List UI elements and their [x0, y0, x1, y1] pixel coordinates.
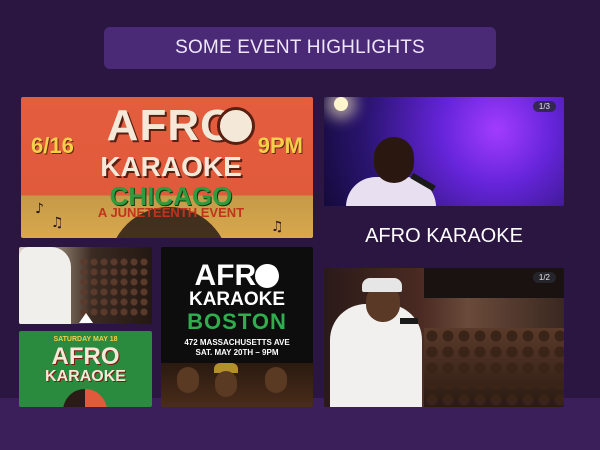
music-note-icon: ♫: [51, 215, 64, 231]
crowd-photo-thumbnail[interactable]: [19, 247, 152, 324]
singer-photo[interactable]: 1/2: [324, 268, 564, 407]
poster-city-text: BOSTON: [187, 309, 287, 334]
poster-date: 6/16: [31, 133, 74, 158]
poster-time: 9PM: [257, 133, 303, 158]
person-face: [177, 367, 199, 393]
concert-photo[interactable]: 1/3: [324, 97, 564, 206]
gallery-caption: AFRO KARAOKE: [365, 225, 523, 247]
chicago-poster-image[interactable]: 6/16 9PM AFRO KARAOKE CHICAGO A JUNETEEN…: [21, 97, 313, 238]
poster-karaoke-text: KARAOKE: [45, 368, 126, 385]
photo-counter-badge: 1/2: [532, 272, 556, 283]
poster-afro-text: AFRO: [194, 259, 280, 292]
poster-karaoke-text: KARAOKE: [188, 289, 286, 310]
microphone-icon: [217, 107, 255, 145]
section-header-title: SOME EVENT HIGHLIGHTS: [175, 37, 425, 58]
crowd-figures: [424, 328, 564, 407]
person-face: [265, 367, 287, 393]
poster-datetime: SAT. MAY 20TH – 9PM: [195, 348, 279, 357]
vinyl-record-graphic: [63, 389, 107, 407]
poster-afro-text: AFRO: [51, 343, 120, 370]
boston-poster-image[interactable]: AFRO KARAOKE BOSTON 472 MASSACHUSETTS AV…: [161, 247, 313, 407]
green-poster-thumbnail[interactable]: SATURDAY MAY 18 AFRO KARAOKE: [19, 331, 152, 407]
person-face: [215, 371, 237, 397]
section-header: SOME EVENT HIGHLIGHTS: [104, 27, 496, 69]
stage-light: [334, 97, 348, 111]
poster-subtitle: A JUNETEENTH EVENT: [97, 205, 245, 220]
crowd-figures: [79, 257, 149, 317]
microphone-icon: [255, 264, 279, 288]
poster-address: 472 MASSACHUSETTS AVE: [184, 338, 290, 347]
music-note-icon: ♫: [271, 219, 284, 235]
performer-figure: [19, 247, 71, 324]
performer-cap: [362, 278, 402, 292]
poster-date-line: SATURDAY MAY 18: [53, 336, 118, 343]
microphone-icon: [400, 318, 418, 324]
poster-karaoke-text: KARAOKE: [100, 151, 242, 182]
photo-counter-badge: 1/3: [532, 101, 556, 112]
music-note-icon: ♪: [35, 201, 44, 217]
caret-up-icon: [79, 313, 93, 323]
singer-head: [374, 137, 414, 183]
